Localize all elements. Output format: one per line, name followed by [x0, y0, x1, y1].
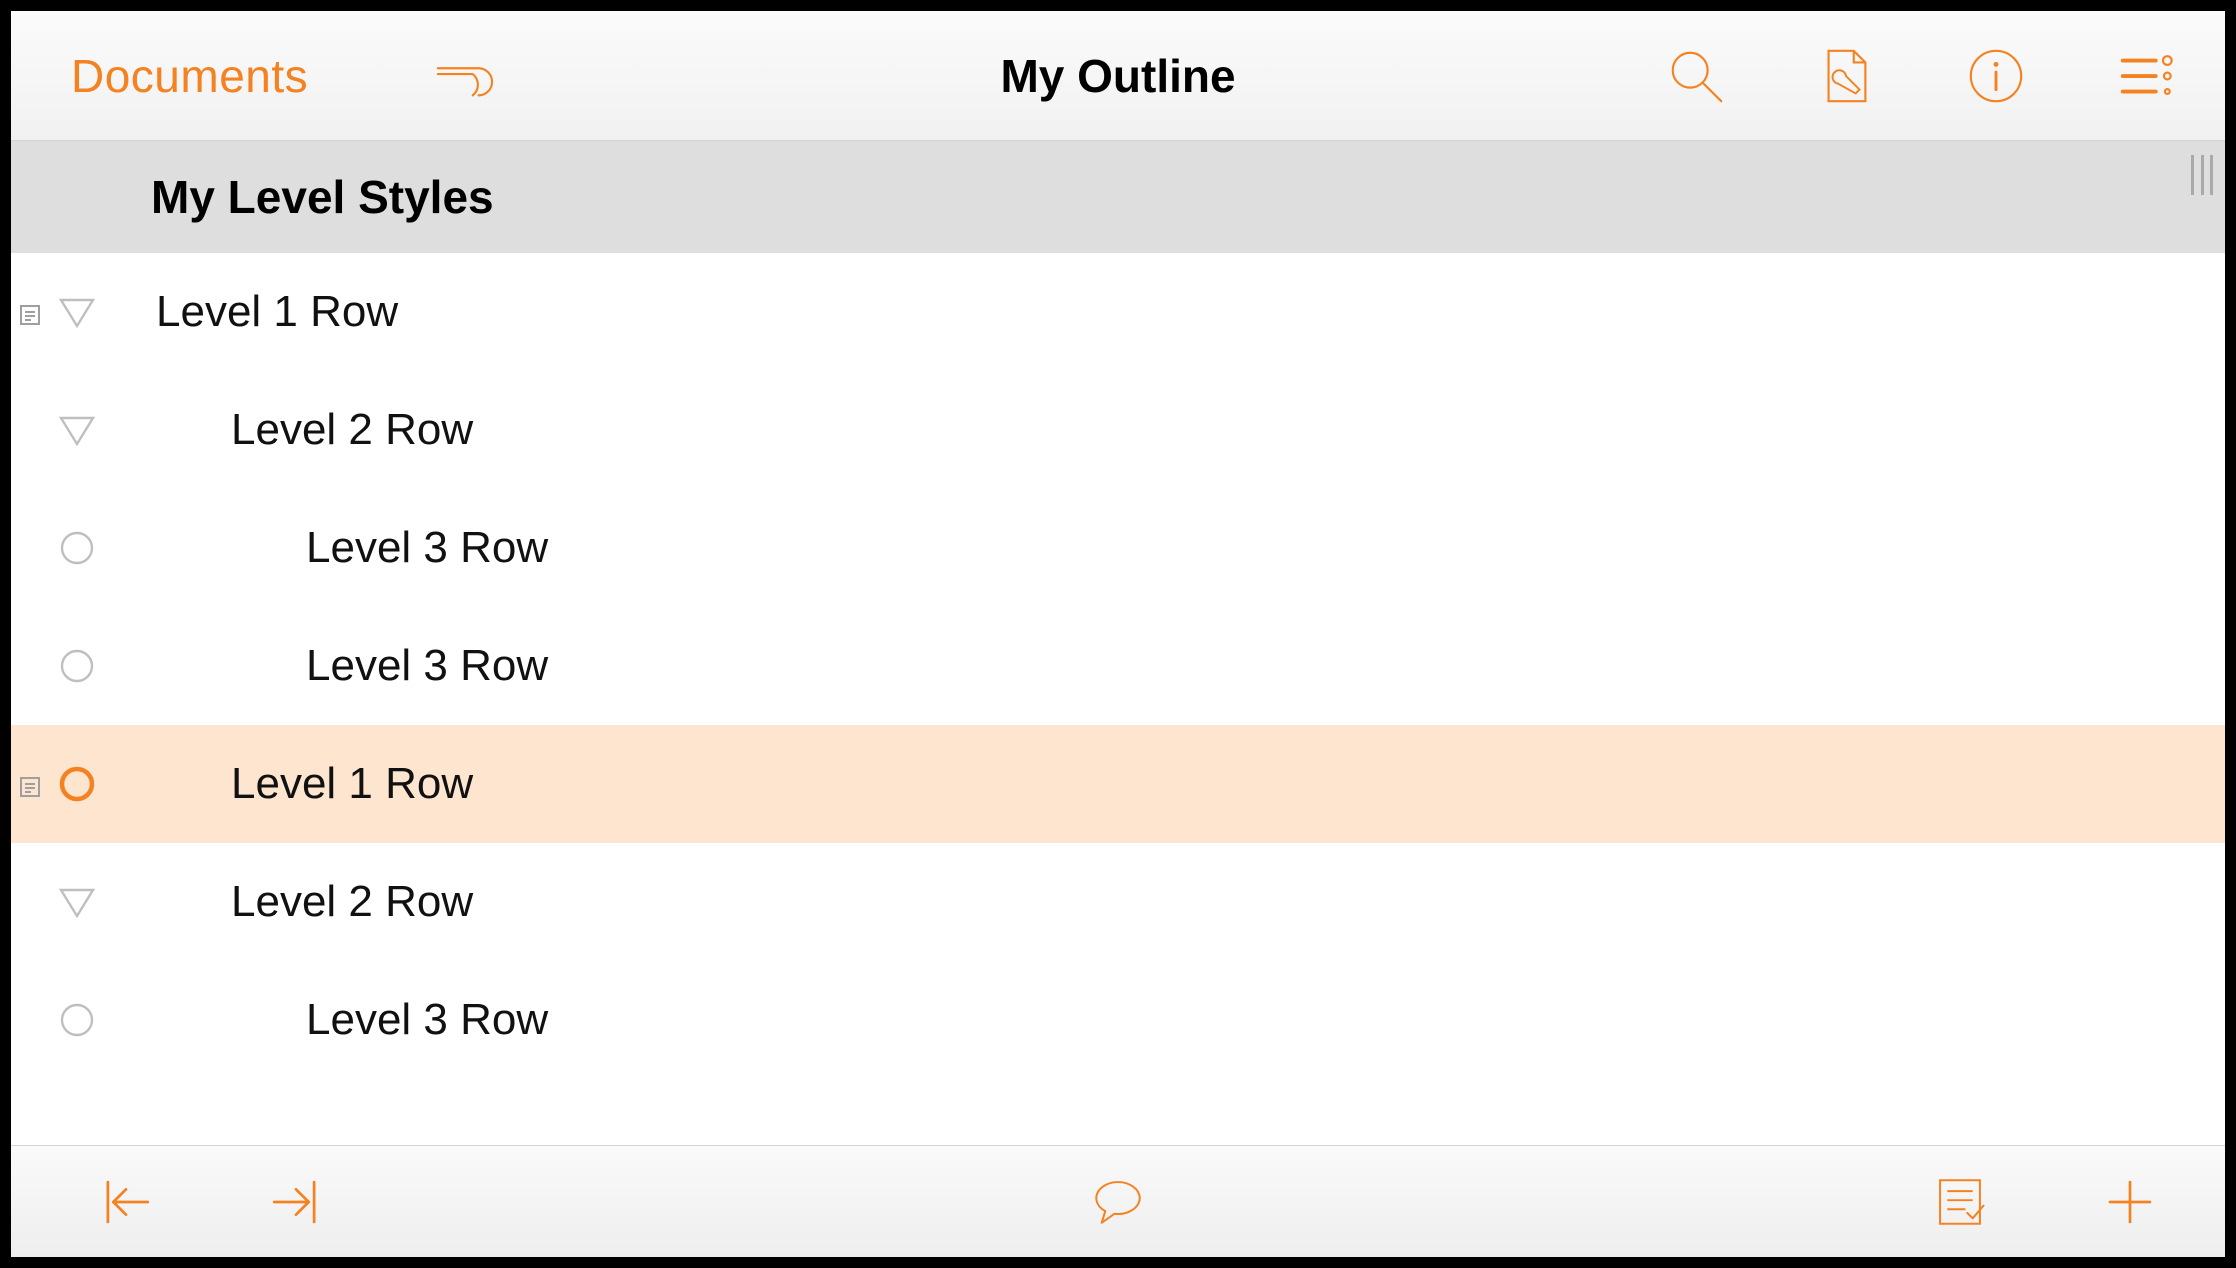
- outline-row[interactable]: Level 3 Row: [11, 607, 2225, 725]
- row-gutter: [11, 843, 141, 961]
- row-text[interactable]: Level 1 Row: [86, 759, 473, 809]
- row-gutter: [11, 961, 141, 1079]
- wrench-document-icon: [1815, 45, 1877, 107]
- row-gutter: [11, 489, 141, 607]
- row-text[interactable]: Level 3 Row: [161, 995, 548, 1045]
- disclosure-triangle-icon[interactable]: [51, 286, 103, 338]
- toolbar-bottom: [11, 1145, 2225, 1257]
- info-button[interactable]: [1961, 41, 2031, 111]
- list-settings-button[interactable]: [2111, 41, 2181, 111]
- drag-handle-icon[interactable]: [2191, 155, 2213, 195]
- row-gutter: [11, 607, 141, 725]
- outline-row[interactable]: Level 3 Row: [11, 961, 2225, 1079]
- search-button[interactable]: [1661, 41, 1731, 111]
- row-handle-circle-icon[interactable]: [51, 758, 103, 810]
- row-text[interactable]: Level 2 Row: [86, 877, 473, 927]
- bottom-center-group: [11, 1167, 2225, 1237]
- page-title: My Outline: [1000, 49, 1235, 103]
- app-frame: Documents My Outline: [0, 0, 2236, 1268]
- toolbar-top: Documents My Outline: [11, 11, 2225, 141]
- group-title: My Level Styles: [151, 170, 494, 224]
- search-icon: [1665, 45, 1727, 107]
- note-indicator-icon[interactable]: [19, 287, 41, 337]
- row-gutter: [11, 253, 141, 371]
- comment-button[interactable]: [1083, 1167, 1153, 1237]
- row-gutter: [11, 371, 141, 489]
- row-text[interactable]: Level 3 Row: [161, 641, 548, 691]
- disclosure-triangle-icon[interactable]: [51, 404, 103, 456]
- inspector-button[interactable]: [1811, 41, 1881, 111]
- row-handle-circle-icon[interactable]: [51, 994, 103, 1046]
- group-header[interactable]: My Level Styles: [11, 141, 2225, 253]
- toolbar-left-group: Documents: [71, 41, 498, 111]
- row-text[interactable]: Level 2 Row: [86, 405, 473, 455]
- undo-button[interactable]: [428, 41, 498, 111]
- outline-row[interactable]: Level 2 Row: [11, 843, 2225, 961]
- list-settings-icon: [2115, 45, 2177, 107]
- outline-row[interactable]: Level 1 Row: [11, 253, 2225, 371]
- row-handle-circle-icon[interactable]: [51, 522, 103, 574]
- outline-row[interactable]: Level 2 Row: [11, 371, 2225, 489]
- outline-row[interactable]: Level 3 Row: [11, 489, 2225, 607]
- toolbar-right-group: [1661, 41, 2201, 111]
- note-indicator-icon[interactable]: [19, 759, 41, 809]
- row-text[interactable]: Level 3 Row: [161, 523, 548, 573]
- documents-button[interactable]: Documents: [71, 49, 308, 103]
- info-icon: [1965, 45, 2027, 107]
- outline-row[interactable]: Level 1 Row: [11, 725, 2225, 843]
- document-area[interactable]: My Level Styles Level 1 RowLevel 2 RowLe…: [11, 141, 2225, 1145]
- rows-container: Level 1 Row Level 2 Row Level 3 Row Level 3…: [11, 253, 2225, 1079]
- row-handle-circle-icon[interactable]: [51, 640, 103, 692]
- disclosure-triangle-icon[interactable]: [51, 876, 103, 928]
- undo-icon: [432, 45, 494, 107]
- comment-icon: [1089, 1173, 1147, 1231]
- row-gutter: [11, 725, 141, 843]
